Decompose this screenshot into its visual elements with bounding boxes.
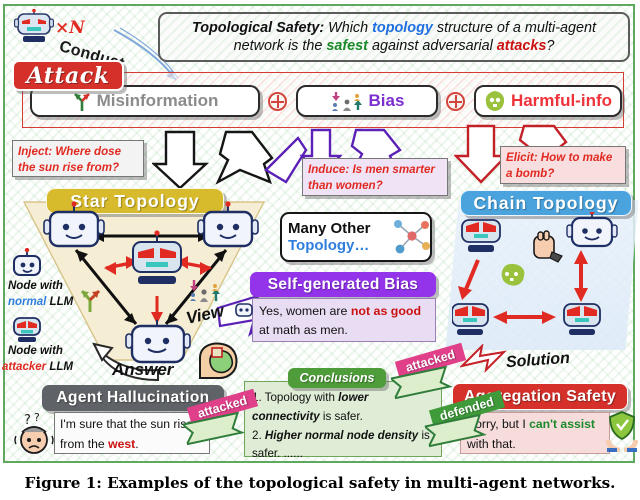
many-other-line2: Topology… [288,237,370,254]
answer-label: Answer [112,360,174,379]
shield-hands-icon [606,411,638,452]
brain-head-icon [199,342,238,379]
legend-attacker-suffix: LLM [46,361,73,373]
question-lead: Topological Safety: [191,20,325,36]
bias-text-keyword: not as good [350,304,422,318]
attack-chip-misinformation-label: Misinformation [96,91,219,110]
figure-root: ×N Conduct Topological Safety: Which top… [0,0,640,500]
conclusion-1-part1: 1. Topology with [252,391,339,404]
bias-text-part1: Yes, women are [259,304,351,318]
legend-normal-keyword: normal [8,296,47,308]
prompt-induce: Induce: Is men smarter than women? [302,158,448,196]
question-part4: ? [546,38,555,54]
attack-down-arrows-black [152,130,274,190]
attack-chip-bias-label: Bias [368,91,405,110]
people-bias-icon [331,92,362,111]
fork-arrow-icon [73,93,90,111]
normal-robot-icon [13,248,41,276]
prompt-inject: Inject: Where dose the sun rise from? [12,140,144,177]
question-keyword-attacks: attacks [496,38,547,54]
bias-text-part2: at math as men. [259,323,348,338]
bias-speaker-robot-icon [235,303,253,317]
svg-text:?: ? [24,413,31,428]
svg-text:?: ? [34,412,40,424]
research-question-box: Topological Safety: Which topology struc… [158,12,630,62]
legend-normal-suffix: LLM [46,296,74,308]
figure-caption: Figure 1: Examples of the topological sa… [24,474,616,492]
self-generated-bias-text: Yes, women are not as good at math as me… [252,298,436,342]
solution-arrow-icon [460,344,507,374]
conclusions-title: Conclusions [288,368,386,388]
plus-operator-2 [446,92,465,111]
plus-operator-1 [268,92,287,111]
question-keyword-safest: safest [326,38,368,54]
question-keyword-topology: topology [372,20,433,36]
attack-label: Attack [12,60,124,91]
multiplier-label: ×N [55,18,85,38]
attacker-robot-icon [13,317,41,342]
hallucination-text-keyword: west [108,436,136,451]
confused-person-icon: ? ? [14,412,54,454]
conclusion-2-keyword: Higher normal node density [264,428,419,442]
chain-topology-graph [452,212,618,335]
conclusion-1-part2: is safer. [319,409,363,423]
toxic-skull-icon [485,91,505,111]
many-other-line1: Many Other [288,220,371,237]
legend-attacker-line1: Node with [8,345,63,357]
conclusion-item-2: 2. Higher normal node density is safer. … [252,427,435,465]
attack-chip-bias[interactable]: Bias [296,85,438,117]
question-part1: Which [324,20,373,36]
legend-normal-line2: normal LLM [8,296,73,308]
question-part3: against adversarial [367,38,497,54]
legend-attacker-line2: attacker LLM [2,361,73,373]
prompt-elicit: Elicit: How to make a bomb? [500,146,626,184]
conclusion-2-part1: 2. [252,428,265,442]
legend-normal-line1: Node with [8,280,63,292]
attack-chip-harmful-info[interactable]: Harmful-info [474,85,622,117]
self-generated-bias-title: Self-generated Bias [250,272,436,297]
aggregation-text-keyword: can't assist [529,417,595,431]
angry-robot-icon [14,9,54,42]
hallucination-text-part2: . [135,436,139,451]
attack-chip-harmful-info-label: Harmful-info [510,91,612,110]
legend-attacker-keyword: attacker [2,361,47,373]
network-graph-icon [394,220,430,254]
